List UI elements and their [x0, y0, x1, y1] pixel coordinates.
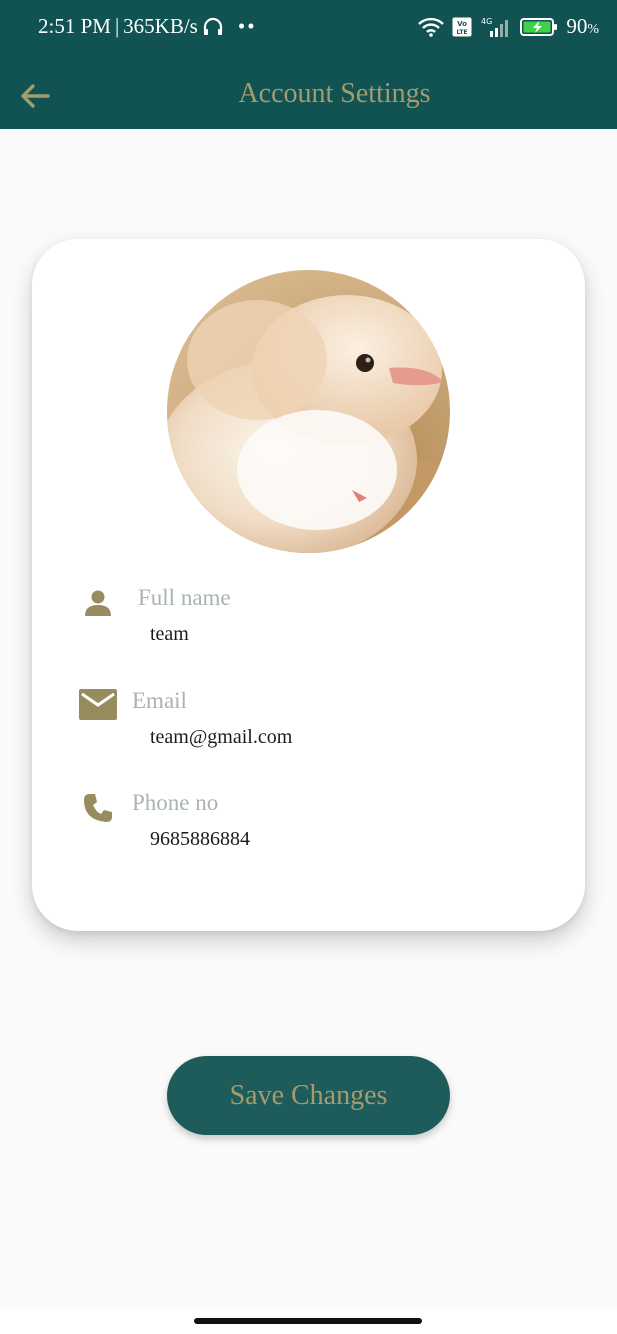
- profile-avatar[interactable]: [167, 270, 450, 553]
- volte-icon: Vo LTE: [452, 17, 472, 36]
- status-right: Vo LTE 4G 90%: [418, 14, 599, 39]
- battery-icon: [520, 17, 558, 36]
- status-bar: 2:51 PM | 365KB/s •• Vo LTE 4G 90%: [0, 0, 617, 58]
- wifi-icon: [418, 17, 445, 37]
- person-icon: [85, 590, 111, 616]
- signal-icon: 4G: [481, 17, 509, 37]
- profile-card: Full name team Email team@gmail.com Phon…: [32, 239, 585, 931]
- status-separator: |: [114, 14, 120, 38]
- home-indicator[interactable]: [194, 1318, 422, 1324]
- status-left: 2:51 PM | 365KB/s ••: [38, 14, 257, 39]
- save-changes-button[interactable]: Save Changes: [167, 1056, 450, 1135]
- status-speed: 365KB/s: [123, 14, 198, 38]
- page-title: Account Settings: [238, 78, 431, 109]
- status-dots: ••: [237, 14, 257, 38]
- svg-text:4G: 4G: [481, 17, 492, 26]
- svg-text:LTE: LTE: [457, 29, 468, 36]
- phone-label: Phone no: [132, 790, 219, 815]
- email-value[interactable]: team@gmail.com: [150, 726, 292, 749]
- headphones-icon: [203, 17, 222, 35]
- svg-text:Vo: Vo: [457, 20, 467, 28]
- battery-level: 90%: [566, 14, 599, 38]
- email-label: Email: [132, 688, 187, 713]
- mail-icon: [79, 689, 117, 720]
- full-name-value[interactable]: team: [150, 623, 189, 646]
- chick-photo: [167, 270, 450, 553]
- app-bar: 2:51 PM | 365KB/s •• Vo LTE 4G 90% Accou…: [0, 0, 617, 129]
- full-name-label: Full name: [138, 585, 231, 610]
- phone-value[interactable]: 9685886884: [150, 828, 250, 851]
- status-time: 2:51 PM: [38, 14, 111, 38]
- phone-icon: [84, 794, 112, 822]
